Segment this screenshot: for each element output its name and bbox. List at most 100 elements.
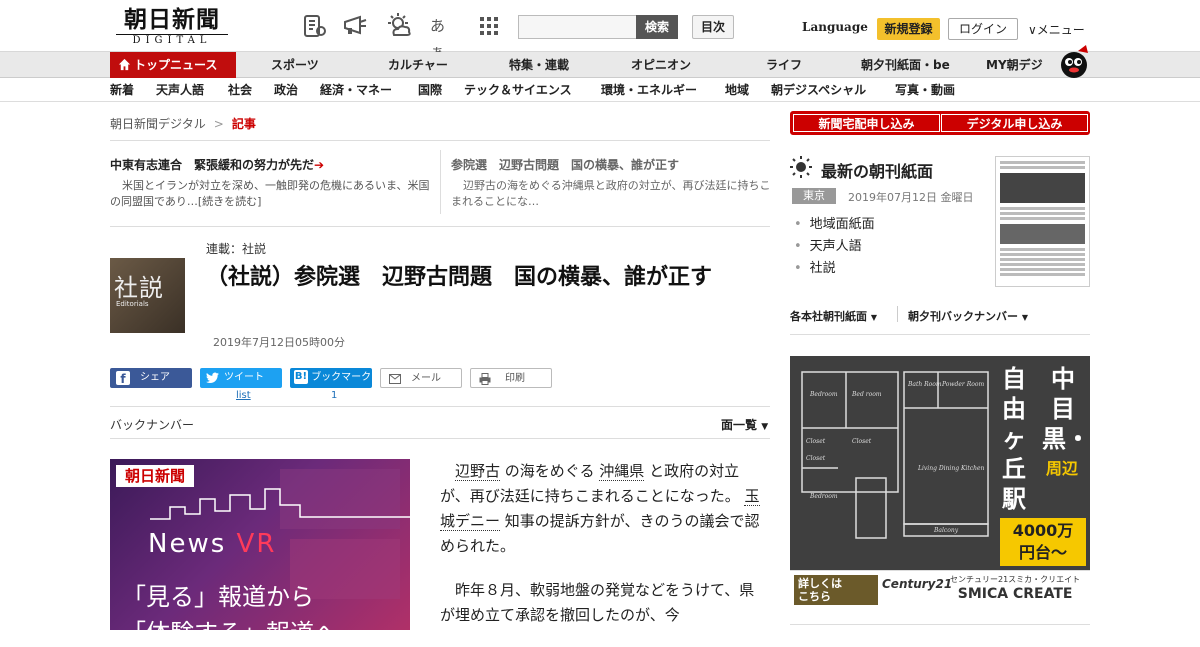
related-body-text: 米国とイランが対立を深め、一触即発の危機にあるいま、米国の同盟国であり…[続きを… (110, 179, 430, 208)
nav-life[interactable]: ライフ (766, 52, 802, 78)
nav2-economy[interactable]: 経済・マネー (320, 78, 392, 102)
nav2-photo-video[interactable]: 写真・動画 (895, 78, 955, 102)
logo-jp: 朝日新聞 (124, 6, 220, 33)
ad-location-line2: 自由ヶ丘駅 (1002, 365, 1026, 513)
hatena-label: ブックマーク (311, 372, 372, 383)
caret-down-icon: ▼ (1021, 313, 1028, 322)
page-list-dropdown[interactable]: 面一覧 ▼ (721, 416, 768, 433)
nav2-special[interactable]: 朝デジスペシャル (771, 78, 866, 102)
nav-my-asadigi[interactable]: MY朝デジ (986, 52, 1043, 78)
search-input[interactable] (518, 15, 637, 39)
font-size-icon[interactable]: あぁ (430, 13, 456, 61)
nav-top-news[interactable]: トップニュース (110, 52, 236, 78)
paper-link-editorial[interactable]: • 社説 (794, 257, 836, 276)
print-label: 印刷 (505, 373, 525, 384)
mail-share-button[interactable]: メール (380, 368, 462, 388)
caret-down-icon: ▼ (870, 313, 877, 322)
news-vr-title: News VR (148, 529, 276, 559)
breadcrumb-separator: > (213, 117, 224, 131)
price-line1: 4000万 (1012, 521, 1074, 540)
arrow-right-icon: ➔ (314, 158, 325, 172)
breadcrumb-home[interactable]: 朝日新聞デジタル (110, 117, 206, 131)
nav-opinion[interactable]: オピニオン (631, 52, 691, 78)
divider (110, 406, 770, 407)
mail-label: メール (411, 373, 441, 384)
divider (897, 306, 898, 322)
print-button[interactable]: 印刷 (470, 368, 552, 388)
series-label[interactable]: 連載：社説 (206, 240, 266, 257)
nav-features[interactable]: 特集・連載 (509, 52, 569, 78)
price-line2: 円台～ (1018, 543, 1067, 562)
real-estate-ad[interactable]: Bedroom Bed room Bath Room Powder Room C… (790, 356, 1090, 606)
related-article-title[interactable]: 参院選 辺野古問題 国の横暴、誰が正す (451, 156, 679, 173)
newspaper-front-page-thumbnail[interactable] (995, 156, 1090, 287)
ad-location-line1: 中目黒・ (1042, 365, 1090, 453)
caret-down-icon: ▼ (761, 422, 769, 432)
site-logo[interactable]: 朝日新聞 DIGITAL (116, 8, 228, 46)
twitter-share-button[interactable]: ツイート (200, 368, 282, 388)
digital-subscribe-button[interactable]: デジタル申し込み (941, 114, 1088, 132)
plan-label: Living Dining Kitchen (917, 465, 985, 472)
ad-location-suffix: 周辺 (1045, 459, 1078, 478)
more-line1: 詳しくは (798, 577, 842, 590)
plan-label: Closet (806, 455, 826, 462)
nav-paper-be[interactable]: 朝夕刊紙面・be (861, 52, 950, 78)
megaphone-icon[interactable] (342, 13, 368, 39)
toc-button[interactable]: 目次 (692, 15, 734, 39)
nav2-environment[interactable]: 環境・エネルギー (601, 78, 697, 102)
breadcrumb-current: 記事 (231, 117, 256, 131)
nav2-region[interactable]: 地域 (725, 78, 749, 102)
news-vr-ad[interactable]: 朝日新聞 News VR 「見る」報道から 「体験する」報道へ (110, 459, 410, 630)
home-delivery-button[interactable]: 新聞宅配申し込み (793, 114, 940, 132)
keyword-link[interactable]: 沖縄県 (599, 462, 645, 481)
logo-en: DIGITAL (116, 34, 228, 47)
paragraph: 昨年８月、軟弱地盤の発覚などをうけて、県が埋め立て承認を撤回したのが、今 (440, 581, 755, 624)
menu-button[interactable]: ∨メニュー (1028, 21, 1085, 38)
more-line2: こちら (798, 590, 831, 603)
home-icon (118, 58, 131, 71)
facebook-share-button[interactable]: f シェア (110, 368, 192, 388)
newspaper-icon[interactable] (301, 13, 327, 39)
smica-create-logo: センチュリー21スミカ・クリエイト SMICA CREATE (950, 575, 1080, 603)
hatena-bookmark-button[interactable]: B! ブックマーク (290, 368, 372, 388)
related-article-title[interactable]: 中東有志連合 緊張緩和の努力が先だ➔ (110, 156, 324, 173)
select-label: 朝夕刊バックナンバー (908, 310, 1018, 323)
bullet: • (794, 217, 802, 232)
register-button[interactable]: 新規登録 (877, 18, 940, 40)
twitter-count-link[interactable]: list (236, 390, 251, 401)
language-link[interactable]: Language (802, 20, 868, 34)
backnumber-link[interactable]: バックナンバー (110, 416, 194, 433)
floor-plan-graphic: Bedroom Bed room Bath Room Powder Room C… (801, 371, 989, 539)
vr-text: VR (236, 529, 277, 559)
nav2-tenseijingo[interactable]: 天声人語 (156, 78, 204, 102)
backnumber-select[interactable]: 朝夕刊バックナンバー ▼ (908, 308, 1028, 324)
nav-culture[interactable]: カルチャー (388, 52, 448, 78)
related-title-text: 中東有志連合 緊張緩和の努力が先だ (110, 158, 315, 172)
paper-link-regional[interactable]: • 地域面紙面 (794, 213, 875, 232)
divider (790, 334, 1090, 335)
breadcrumb: 朝日新聞デジタル > 記事 (110, 115, 256, 132)
thumb-kanji: 社説 (114, 274, 164, 302)
news-text: News (148, 529, 237, 559)
paper-link-tenseijingo[interactable]: • 天声人語 (794, 235, 862, 254)
regional-paper-select[interactable]: 各本社朝刊紙面 ▼ (790, 308, 877, 324)
nav2-international[interactable]: 国際 (418, 78, 442, 102)
nav2-new[interactable]: 新着 (110, 78, 134, 102)
thumb-english: Editorials (116, 300, 149, 308)
weather-icon[interactable] (386, 13, 412, 39)
search-button[interactable]: 検索 (636, 15, 678, 39)
keyword-link[interactable]: 辺野古 (455, 462, 501, 481)
nav2-tech[interactable]: テック＆サイエンス (464, 78, 572, 102)
nav2-politics[interactable]: 政治 (274, 78, 298, 102)
nav2-society[interactable]: 社会 (228, 78, 252, 102)
login-button[interactable]: ログイン (948, 18, 1018, 40)
related-article-summary[interactable]: 米国とイランが対立を深め、一触即発の危機にあるいま、米国の同盟国であり…[続きを… (110, 178, 430, 210)
plan-label: Closet (852, 438, 872, 445)
plan-label: Closet (806, 438, 826, 445)
nav-sports[interactable]: スポーツ (271, 52, 319, 78)
hatena-count[interactable]: 1 (331, 390, 337, 401)
ad-more-button[interactable]: 詳しくは こちら (794, 575, 878, 605)
related-article-summary[interactable]: 辺野古の海をめぐる沖縄県と政府の対立が、再び法廷に持ちこまれることにな… (451, 178, 771, 210)
subscription-buttons: 新聞宅配申し込み デジタル申し込み (790, 111, 1090, 135)
grid-icon[interactable] (476, 13, 502, 39)
